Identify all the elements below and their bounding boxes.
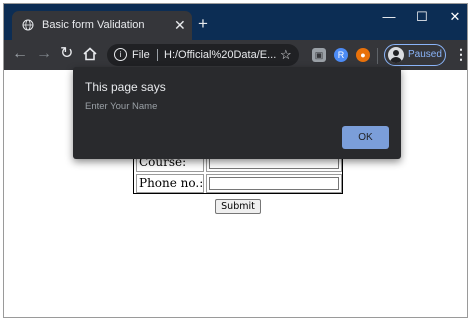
minimize-button[interactable]: — xyxy=(372,4,406,32)
tab-close-icon[interactable]: ✕ xyxy=(174,17,186,34)
profile-paused-button[interactable]: Paused xyxy=(384,44,446,66)
scheme-label: File xyxy=(132,49,150,61)
r-extension-icon[interactable]: R xyxy=(334,48,348,62)
submit-button[interactable]: Submit xyxy=(215,199,261,214)
dialog-title: This page says xyxy=(85,80,166,94)
avatar xyxy=(388,47,404,63)
tab-strip: Basic form Validation ✕ + — ☐ ✕ xyxy=(4,4,467,40)
url-text[interactable]: H:/Official%20Data/E... xyxy=(164,49,276,61)
toolbar-divider xyxy=(377,48,378,64)
globe-icon xyxy=(22,19,34,31)
maximize-button[interactable]: ☐ xyxy=(405,4,439,32)
forward-arrow-icon[interactable]: → xyxy=(36,45,52,63)
home-icon[interactable] xyxy=(83,45,97,66)
browser-toolbar: ← → ↻ i File H:/Official%20Data/E... ☆ ▣… xyxy=(4,40,467,70)
phone-input[interactable] xyxy=(209,177,339,190)
dialog-message: Enter Your Name xyxy=(85,101,158,112)
bookmark-star-icon[interactable]: ☆ xyxy=(280,47,292,63)
camera-extension-icon[interactable]: ▣ xyxy=(312,48,326,62)
alert-dialog: This page says Enter Your Name OK xyxy=(73,67,401,159)
browser-tab[interactable]: Basic form Validation ✕ xyxy=(12,11,192,40)
ok-button[interactable]: OK xyxy=(342,126,389,149)
browser-window: Basic form Validation ✕ + — ☐ ✕ ← → ↻ i … xyxy=(3,3,468,318)
profile-status-label: Paused xyxy=(408,49,442,60)
omnibox-divider xyxy=(157,49,158,61)
phone-cell xyxy=(206,174,342,193)
phone-label: Phone no.: xyxy=(136,174,204,193)
back-arrow-icon[interactable]: ← xyxy=(12,45,28,63)
new-tab-button[interactable]: + xyxy=(198,15,208,32)
close-window-button[interactable]: ✕ xyxy=(438,4,467,32)
more-menu-icon[interactable]: ⋮ xyxy=(454,46,467,62)
reload-icon[interactable]: ↻ xyxy=(60,45,73,63)
tab-title: Basic form Validation xyxy=(42,19,145,31)
flame-extension-icon[interactable]: ● xyxy=(356,48,370,62)
address-bar[interactable]: i File H:/Official%20Data/E... ☆ xyxy=(107,44,299,66)
info-icon[interactable]: i xyxy=(114,48,127,61)
